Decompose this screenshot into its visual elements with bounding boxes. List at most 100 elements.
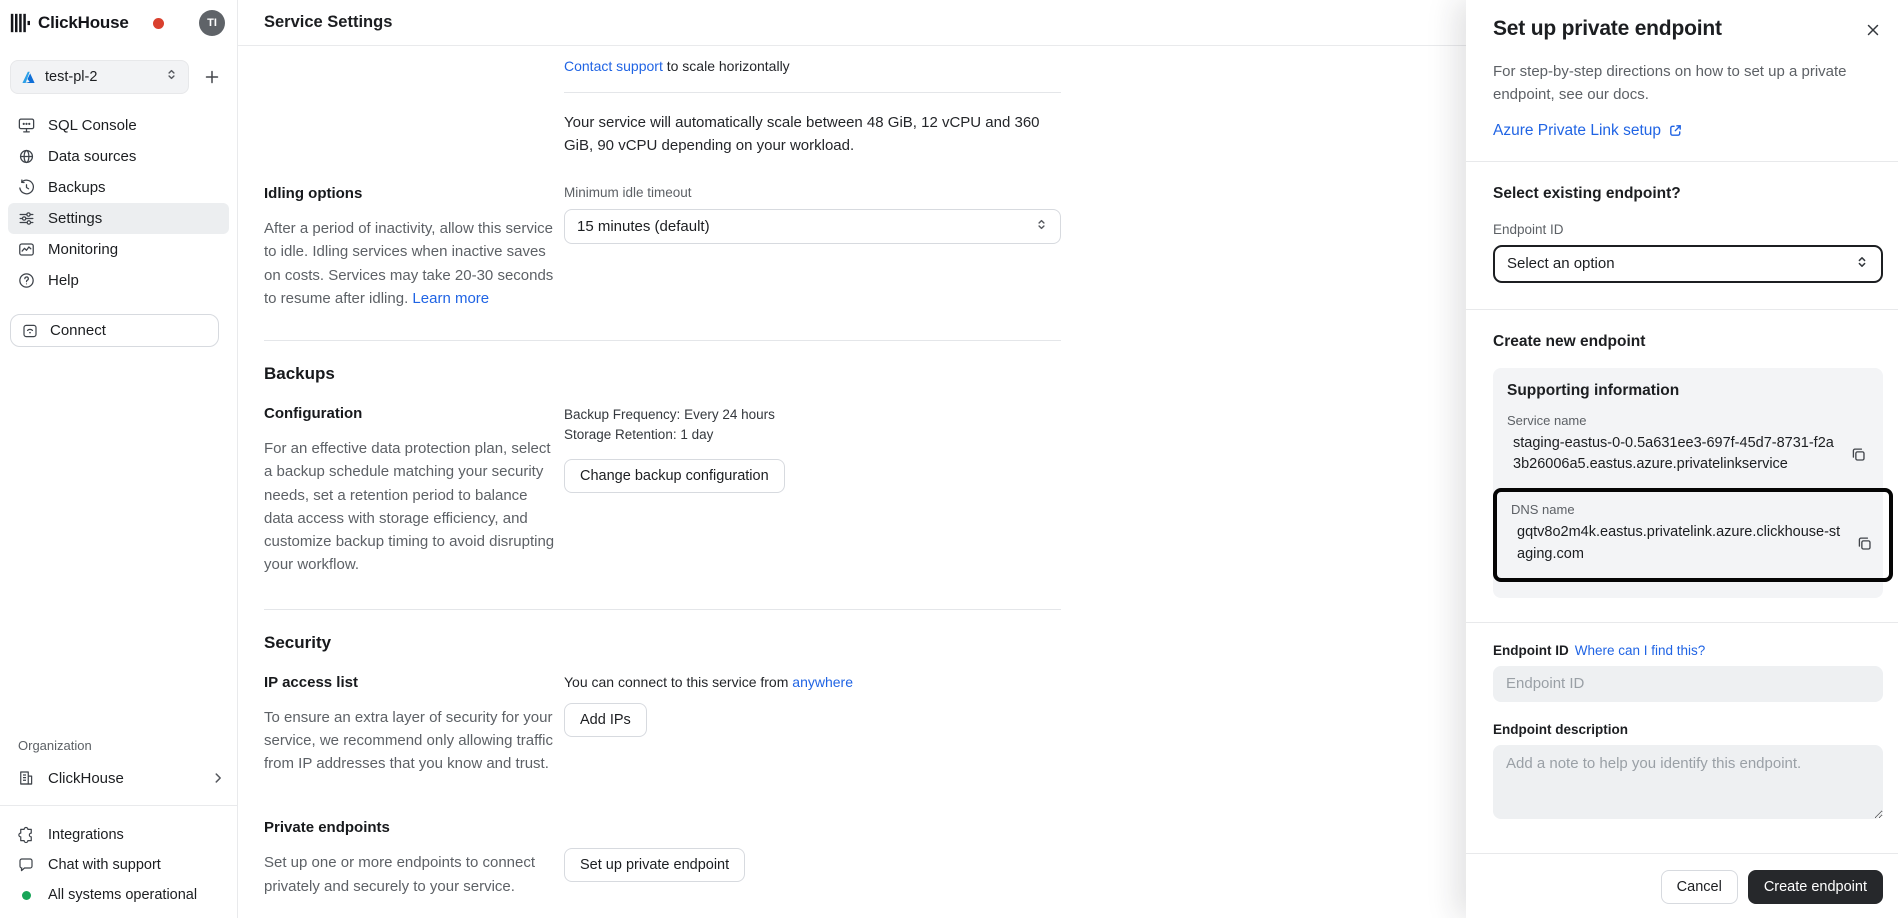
close-icon[interactable] bbox=[1863, 20, 1883, 40]
dns-name-label: DNS name bbox=[1511, 502, 1875, 517]
sidebar-item-monitoring[interactable]: Monitoring bbox=[8, 234, 229, 265]
anywhere-link[interactable]: anywhere bbox=[792, 674, 853, 690]
drawer-footer: Cancel Create endpoint bbox=[1466, 853, 1898, 918]
private-endpoint-drawer: Set up private endpoint For step-by-step… bbox=[1466, 0, 1898, 918]
sidebar-item-label: Backups bbox=[48, 179, 106, 196]
sidebar-item-settings[interactable]: Settings bbox=[8, 203, 229, 234]
add-service-button[interactable] bbox=[197, 62, 227, 92]
configuration-title: Configuration bbox=[264, 405, 564, 422]
ip-access-list-title: IP access list bbox=[264, 674, 564, 691]
sql-console-icon bbox=[16, 116, 36, 135]
endpoint-description-label: Endpoint description bbox=[1493, 722, 1628, 737]
service-selector[interactable]: test-pl-2 bbox=[10, 60, 189, 94]
recording-dot-icon bbox=[153, 18, 164, 29]
service-selector-row: test-pl-2 bbox=[10, 60, 227, 94]
divider bbox=[264, 340, 1061, 341]
endpoint-id-label-row: Endpoint ID Where can I find this? bbox=[1493, 643, 1883, 658]
sidebar-item-integrations[interactable]: Integrations bbox=[0, 820, 237, 850]
page-title: Service Settings bbox=[264, 13, 392, 32]
backup-history-icon bbox=[16, 178, 36, 197]
chevron-updown-icon bbox=[1855, 255, 1869, 273]
select-existing-title: Select existing endpoint? bbox=[1493, 185, 1883, 203]
learn-more-link[interactable]: Learn more bbox=[412, 290, 489, 307]
copy-icon[interactable] bbox=[1854, 533, 1875, 554]
storage-retention-text: Storage Retention: 1 day bbox=[564, 425, 1048, 445]
sidebar-item-label: SQL Console bbox=[48, 117, 137, 134]
sidebar-item-backups[interactable]: Backups bbox=[8, 172, 229, 203]
sidebar-item-label: Help bbox=[48, 272, 79, 289]
sidebar-item-help[interactable]: Help bbox=[8, 265, 229, 296]
dns-name-highlight-box: DNS name gqtv8o2m4k.eastus.privatelink.a… bbox=[1493, 488, 1893, 582]
service-name-row: staging-eastus-0-0.5a631ee3-697f-45d7-87… bbox=[1507, 433, 1869, 477]
sidebar-bottom: Organization ClickHouse Integr bbox=[0, 738, 237, 918]
connect-from-text: You can connect to this service from bbox=[564, 674, 788, 690]
sidebar-item-label: Data sources bbox=[48, 148, 136, 165]
contact-support-link[interactable]: Contact support bbox=[564, 58, 663, 74]
help-icon bbox=[16, 271, 36, 290]
backups-section-title: Backups bbox=[264, 364, 1048, 384]
monitoring-chart-icon bbox=[16, 240, 36, 259]
connect-icon bbox=[21, 322, 39, 340]
user-avatar[interactable]: TI bbox=[199, 10, 225, 36]
divider bbox=[1466, 622, 1898, 623]
drawer-title: Set up private endpoint bbox=[1493, 17, 1722, 41]
chevron-right-icon bbox=[211, 771, 225, 785]
private-endpoints-title: Private endpoints bbox=[264, 819, 564, 836]
existing-endpoint-id-label: Endpoint ID bbox=[1493, 222, 1883, 237]
idling-row: Idling options After a period of inactiv… bbox=[264, 185, 1048, 310]
dns-name-value: gqtv8o2m4k.eastus.privatelink.azure.clic… bbox=[1517, 522, 1844, 566]
setup-private-endpoint-button[interactable]: Set up private endpoint bbox=[564, 848, 745, 882]
connect-button-label: Connect bbox=[50, 322, 106, 339]
logo-row: ClickHouse TI bbox=[0, 0, 237, 46]
settings-sliders-icon bbox=[16, 209, 36, 228]
scaling-row: Contact support to scale horizontally Yo… bbox=[264, 58, 1048, 157]
backup-config-row: Configuration For an effective data prot… bbox=[264, 405, 1048, 577]
idling-description-text: After a period of inactivity, allow this… bbox=[264, 220, 553, 307]
copy-icon[interactable] bbox=[1848, 444, 1869, 465]
security-section-title: Security bbox=[264, 633, 1048, 653]
add-ips-button[interactable]: Add IPs bbox=[564, 703, 647, 737]
supporting-information-card: Supporting information Service name stag… bbox=[1493, 368, 1883, 598]
organization-name: ClickHouse bbox=[48, 770, 124, 787]
service-name-label: Service name bbox=[1507, 413, 1869, 428]
change-backup-configuration-button[interactable]: Change backup configuration bbox=[564, 459, 785, 493]
endpoint-description-textarea[interactable] bbox=[1493, 745, 1883, 819]
sidebar-item-data-sources[interactable]: Data sources bbox=[8, 141, 229, 172]
external-link-icon bbox=[1668, 123, 1683, 138]
where-can-i-find-this-link[interactable]: Where can I find this? bbox=[1575, 643, 1706, 658]
chevron-updown-icon bbox=[165, 68, 178, 86]
logo-wordmark: ClickHouse bbox=[38, 13, 129, 33]
doc-link-label: Azure Private Link setup bbox=[1493, 122, 1661, 140]
idle-timeout-label: Minimum idle timeout bbox=[564, 185, 1061, 200]
connect-button[interactable]: Connect bbox=[10, 314, 219, 347]
azure-icon bbox=[21, 70, 36, 85]
organization-switcher[interactable]: ClickHouse bbox=[0, 763, 237, 793]
autoscale-text: Your service will automatically scale be… bbox=[564, 112, 1061, 157]
drawer-header: Set up private endpoint bbox=[1493, 17, 1883, 41]
endpoint-id-label: Endpoint ID bbox=[1493, 643, 1569, 658]
drawer-body: Set up private endpoint For step-by-step… bbox=[1466, 0, 1898, 853]
existing-endpoint-select[interactable]: Select an option bbox=[1493, 245, 1883, 283]
settings-content: Contact support to scale horizontally Yo… bbox=[238, 46, 1048, 898]
status-ok-dot-icon bbox=[16, 891, 36, 900]
chat-bubble-icon bbox=[16, 856, 36, 874]
ip-access-description: To ensure an extra layer of security for… bbox=[264, 706, 556, 776]
dns-name-row: gqtv8o2m4k.eastus.privatelink.azure.clic… bbox=[1511, 522, 1875, 566]
chevron-updown-icon bbox=[1035, 218, 1048, 235]
backup-frequency-text: Backup Frequency: Every 24 hours bbox=[564, 405, 1048, 425]
azure-private-link-setup-link[interactable]: Azure Private Link setup bbox=[1493, 122, 1683, 140]
endpoint-id-input[interactable] bbox=[1493, 666, 1883, 702]
scale-horizontally-text: to scale horizontally bbox=[667, 58, 790, 74]
sidebar-item-chat-support[interactable]: Chat with support bbox=[0, 850, 237, 880]
private-endpoints-description: Set up one or more endpoints to connect … bbox=[264, 851, 570, 898]
divider bbox=[564, 92, 1061, 93]
cancel-button[interactable]: Cancel bbox=[1661, 870, 1738, 904]
organization-building-icon bbox=[16, 769, 36, 787]
create-endpoint-button[interactable]: Create endpoint bbox=[1748, 870, 1883, 904]
sidebar-item-sql-console[interactable]: SQL Console bbox=[8, 110, 229, 141]
existing-endpoint-select-value: Select an option bbox=[1507, 255, 1615, 272]
system-status-row[interactable]: All systems operational bbox=[0, 880, 237, 910]
organization-label: Organization bbox=[0, 738, 237, 753]
idle-timeout-select[interactable]: 15 minutes (default) bbox=[564, 209, 1061, 244]
service-selector-value: test-pl-2 bbox=[45, 69, 97, 85]
